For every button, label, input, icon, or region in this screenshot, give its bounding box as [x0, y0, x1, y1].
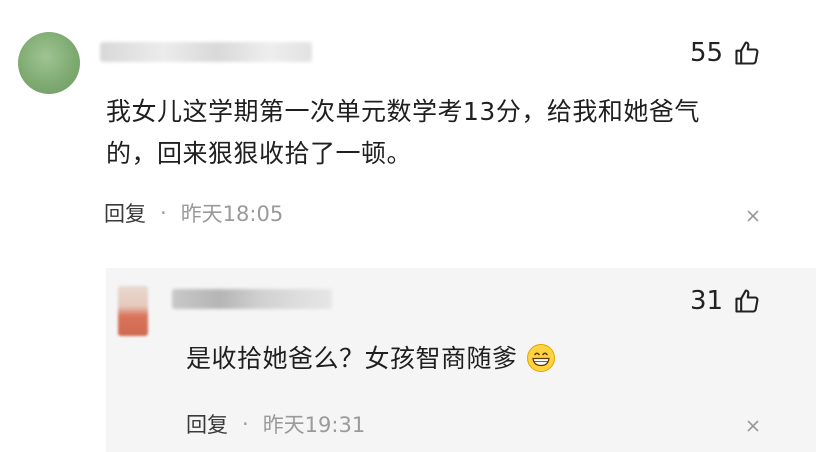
timestamp: 昨天18:05: [180, 202, 284, 226]
comment-text: 我女儿这学期第一次单元数学考13分，给我和她爸气 的，回来狠狠收拾了一顿。: [106, 91, 700, 175]
reply-button[interactable]: 回复: [186, 409, 228, 439]
reply-meta: 回复 · 昨天19:31: [186, 409, 365, 439]
comment-meta: 回复 · 昨天18:05: [104, 198, 283, 228]
like-count: 55: [690, 38, 724, 68]
avatar[interactable]: [18, 32, 80, 94]
close-icon[interactable]: [746, 209, 760, 223]
like-button[interactable]: 55: [690, 38, 761, 68]
username-blurred[interactable]: [100, 42, 312, 62]
timestamp: 昨天19:31: [262, 413, 366, 437]
reply-text-content: 是收拾她爸么？女孩智商随爹: [186, 344, 518, 373]
grinning-face-icon: [526, 344, 555, 372]
reply-text: 是收拾她爸么？女孩智商随爹: [186, 338, 556, 380]
separator-dot: ·: [160, 201, 167, 225]
thumbs-up-icon: [735, 289, 759, 313]
reply-avatar[interactable]: [118, 286, 148, 336]
reply-like-count: 31: [690, 286, 724, 316]
close-icon[interactable]: [746, 419, 760, 433]
comment-text-line: 的，回来狠狠收拾了一顿。: [106, 139, 413, 168]
thumbs-up-icon: [735, 41, 759, 65]
reply-username-blurred[interactable]: [172, 289, 332, 309]
reply-like-button[interactable]: 31: [690, 286, 761, 316]
comment-text-line: 我女儿这学期第一次单元数学考13分，给我和她爸气: [106, 97, 700, 126]
reply-button[interactable]: 回复: [104, 198, 146, 228]
separator-dot: ·: [242, 412, 249, 436]
